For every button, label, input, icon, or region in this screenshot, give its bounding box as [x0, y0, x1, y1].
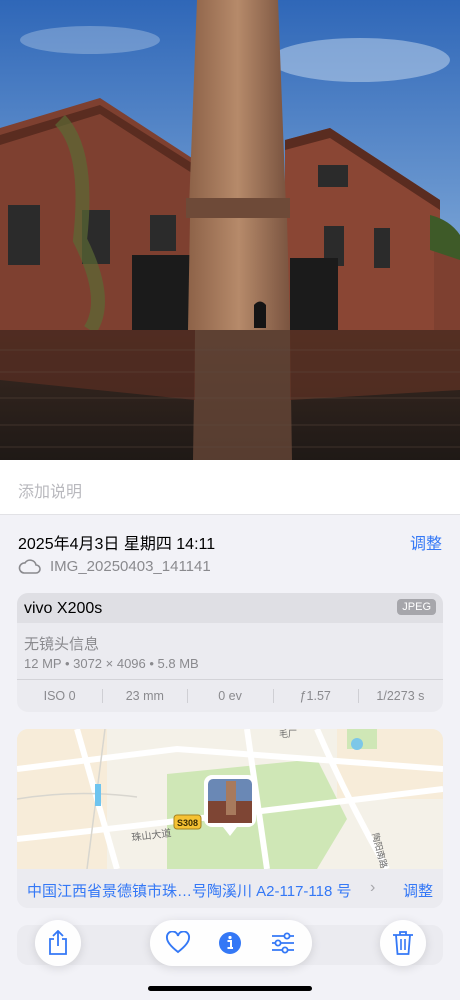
share-icon	[49, 930, 67, 955]
datetime-text: 2025年4月3日 星期四 14:11	[18, 536, 216, 553]
route-badge: S308	[177, 818, 198, 828]
lens-info: 无镜头信息	[24, 636, 100, 653]
exif-focal-length: 23 mm	[102, 680, 187, 712]
map-view[interactable]: S308 珠山大道 毛厂 陶阳南路	[17, 729, 443, 869]
camera-info-card: vivo X200s JPEG 无镜头信息 12 MP • 3072 × 409…	[17, 593, 443, 712]
caption-field[interactable]: 添加说明	[0, 460, 460, 515]
adjust-datetime-button[interactable]: 调整	[410, 530, 442, 554]
camera-header: vivo X200s JPEG	[17, 593, 443, 623]
filename-row: IMG_20250403_141141	[18, 556, 442, 578]
exif-exposure-bias: 0 ev	[187, 680, 272, 712]
caption-placeholder: 添加说明	[18, 484, 83, 501]
exif-row: ISO 0 23 mm 0 ev ƒ1.57 1/2273 s	[17, 679, 443, 712]
actions-pill	[150, 920, 312, 966]
sliders-icon[interactable]	[270, 931, 296, 955]
trash-icon	[393, 931, 413, 955]
exif-shutter: 1/2273 s	[357, 680, 443, 712]
info-icon[interactable]	[218, 931, 242, 955]
exif-aperture: ƒ1.57	[272, 680, 358, 712]
address-text[interactable]: 中国江西省景德镇市珠…号陶溪川 A2-117-118 号	[27, 880, 352, 901]
camera-model: vivo X200s	[24, 600, 103, 617]
filename-text: IMG_20250403_141141	[50, 558, 211, 575]
chevron-right-icon: ›	[370, 879, 376, 896]
location-card[interactable]: S308 珠山大道 毛厂 陶阳南路 中国江西省景德镇市珠…号陶溪川 A2-117…	[17, 729, 443, 908]
map-top-label: 毛厂	[279, 729, 297, 739]
address-row[interactable]: 中国江西省景德镇市珠…号陶溪川 A2-117-118 号 › 调整	[17, 869, 443, 908]
home-indicator	[148, 986, 312, 991]
photo-image	[0, 0, 460, 460]
adjust-location-button[interactable]: 调整	[403, 880, 433, 901]
format-badge: JPEG	[397, 599, 436, 615]
icloud-icon	[18, 559, 41, 574]
heart-icon[interactable]	[165, 931, 191, 955]
exif-iso: ISO 0	[43, 689, 76, 703]
delete-button[interactable]	[380, 920, 426, 966]
photo-viewer[interactable]	[0, 0, 460, 460]
datetime-row: 2025年4月3日 星期四 14:11 调整	[18, 530, 442, 553]
photo-pin[interactable]	[204, 775, 256, 836]
share-button[interactable]	[35, 920, 81, 966]
image-specs: 12 MP • 3072 × 4096 • 5.8 MB	[24, 656, 199, 671]
